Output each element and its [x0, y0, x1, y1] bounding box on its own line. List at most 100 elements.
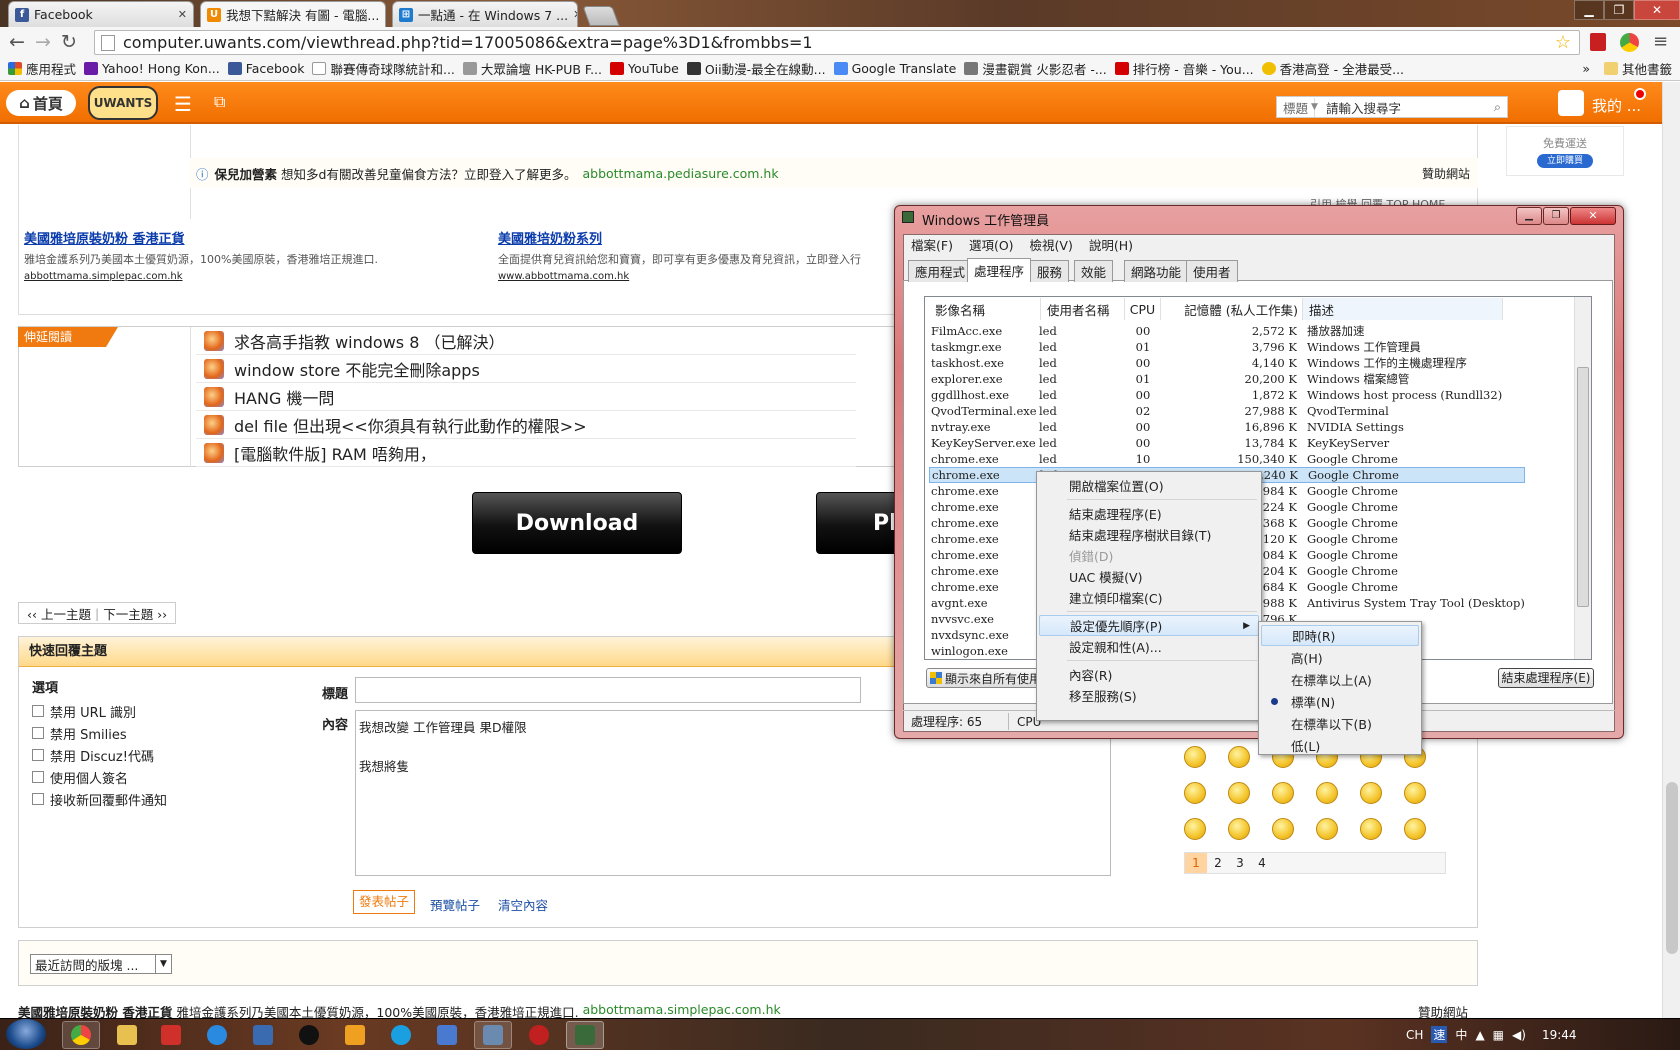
tab-windows[interactable]: ⊞ 一點通 - 在 Windows 7 ... ✕ [392, 1, 578, 27]
menu-open-file-location[interactable]: 開啟檔案位置(O) [1039, 475, 1259, 496]
tab-uwants[interactable]: U 我想下黠解決 有圖 - 電腦... ✕ [200, 1, 386, 27]
bookmark-hkpub[interactable]: 大眾論壇 HK-PUB F... [462, 59, 602, 78]
reload-icon[interactable]: ↻ [56, 31, 82, 53]
tab-performance[interactable]: 效能 [1074, 260, 1114, 282]
taskbar-app[interactable] [428, 1021, 466, 1049]
menu-icon[interactable]: ☰ [174, 92, 192, 116]
minimize-icon[interactable]: ▁ [1574, 0, 1604, 20]
col-cpu[interactable]: CPU [1125, 298, 1161, 320]
star-icon[interactable]: ☆ [1555, 32, 1571, 53]
back-arrow-icon[interactable]: ← [4, 31, 30, 53]
clock[interactable]: 19:44 [1542, 1028, 1577, 1042]
address-bar[interactable]: computer.uwants.com/viewthread.php?tid=1… [94, 30, 1580, 55]
process-row[interactable]: taskhost.exe led 00 4,140 K Windows 工作的主機處理程… [929, 355, 1569, 371]
smiley-icon[interactable] [1316, 782, 1338, 804]
maximize-icon[interactable]: ❐ [1543, 207, 1569, 225]
side-ad[interactable]: 免費運送 立即購買 [1506, 126, 1624, 176]
recent-forums-select[interactable]: 最近訪問的版塊 ... ▼ [30, 954, 172, 974]
search-scope-select[interactable]: 標題 [1277, 97, 1316, 117]
menu-create-dump[interactable]: 建立傾印檔案(C) [1039, 587, 1259, 608]
related-item[interactable]: HANG 機一問 [196, 383, 856, 411]
menu-properties[interactable]: 內容(R) [1039, 664, 1259, 685]
menu-set-priority[interactable]: 設定優先順序(P) ▶ [1039, 615, 1259, 636]
chrome-extension-icon[interactable] [1620, 33, 1639, 52]
menu-icon[interactable]: ≡ [1653, 31, 1668, 52]
menu-options[interactable]: 選項(O) [961, 235, 1022, 254]
taskbar-app[interactable] [290, 1021, 328, 1049]
smiley-icon[interactable] [1184, 746, 1206, 768]
network-icon[interactable]: ▦ [1493, 1028, 1504, 1042]
process-row[interactable]: nvtray.exe led 00 16,896 K NVIDIA Settings [929, 419, 1569, 435]
show-all-processes-button[interactable]: 顯示來自所有使用 [926, 668, 1042, 688]
process-row[interactable]: FilmAcc.exe led 00 2,572 K 播放器加速 [929, 323, 1569, 339]
checkbox[interactable] [32, 793, 44, 805]
checkbox[interactable] [32, 749, 44, 761]
window-switch-icon[interactable]: ⧉ [214, 92, 225, 112]
bookmark-apps[interactable]: 應用程式 [8, 59, 76, 78]
tab-users[interactable]: 使用者 [1186, 260, 1238, 282]
taskbar-ie[interactable] [198, 1021, 236, 1049]
process-row[interactable]: taskmgr.exe led 01 3,796 K Windows 工作管理員 [929, 339, 1569, 355]
tab-services[interactable]: 服務 [1030, 260, 1070, 282]
menu-help[interactable]: 說明(H) [1081, 235, 1141, 254]
priority-below-normal[interactable]: 在標準以下(B) [1261, 713, 1419, 734]
smiley-icon[interactable] [1272, 818, 1294, 840]
smiley-icon[interactable] [1360, 782, 1382, 804]
side-ad-button[interactable]: 立即購買 [1537, 154, 1593, 168]
option-disable-smilies[interactable]: 禁用 Smilies [32, 722, 167, 744]
process-list-scrollbar[interactable] [1574, 297, 1591, 659]
start-button[interactable] [6, 1019, 46, 1049]
search-input[interactable]: 請輸入搜尋字 [1322, 98, 1488, 117]
menu-go-to-services[interactable]: 移至服務(S) [1039, 685, 1259, 706]
prev-thread-link[interactable]: ‹‹ 上一主題 [23, 604, 95, 623]
page-1[interactable]: 1 [1185, 853, 1207, 873]
tab-applications[interactable]: 應用程式 [908, 260, 973, 282]
avatar[interactable] [1558, 90, 1584, 116]
bookmarks-more[interactable]: » [1582, 61, 1590, 76]
taskbar-skype[interactable] [382, 1021, 420, 1049]
process-row[interactable]: explorer.exe led 01 20,200 K Windows 檔案總管 [929, 371, 1569, 387]
page-3[interactable]: 3 [1229, 856, 1251, 870]
related-item[interactable]: [電腦軟件版] RAM 唔夠用， [196, 439, 856, 467]
ime-mode[interactable]: 速 [1431, 1026, 1448, 1043]
bookmark-oii[interactable]: Oii動漫-最全在線動... [686, 59, 826, 78]
bookmark-league[interactable]: 聯賽傳奇球隊統計和... [312, 59, 455, 78]
smiley-icon[interactable] [1404, 782, 1426, 804]
page-scrollbar[interactable] [1662, 82, 1680, 1018]
page-2[interactable]: 2 [1207, 856, 1229, 870]
col-description[interactable]: 描述 [1303, 298, 1503, 320]
taskbar-app[interactable] [152, 1021, 190, 1049]
checkbox[interactable] [32, 705, 44, 717]
bookmark-comic[interactable]: 漫畫觀賞 火影忍者 -... [964, 59, 1107, 78]
tab-facebook[interactable]: f Facebook ✕ [8, 1, 194, 27]
tab-processes[interactable]: 處理程序 [967, 258, 1032, 282]
option-notify[interactable]: 接收新回覆郵件通知 [32, 788, 167, 810]
tray-chevron-icon[interactable]: ▲ [1475, 1028, 1484, 1042]
bookmark-yahoo[interactable]: Yahoo! Hong Kon... [84, 61, 220, 76]
bookmark-youtube-music[interactable]: 排行榜 - 音樂 - You... [1114, 59, 1254, 78]
page-4[interactable]: 4 [1251, 856, 1273, 870]
related-item[interactable]: 求各高手指教 windows 8 （已解決） [196, 327, 856, 355]
option-disable-url[interactable]: 禁用 URL 識別 [32, 700, 167, 722]
smiley-icon[interactable] [1272, 782, 1294, 804]
smiley-icon[interactable] [1184, 782, 1206, 804]
priority-high[interactable]: 高(H) [1261, 647, 1419, 668]
smiley-icon[interactable] [1228, 782, 1250, 804]
next-thread-link[interactable]: 下一主題 ›› [99, 604, 171, 623]
scrollbar-thumb[interactable] [1666, 782, 1678, 954]
smiley-icon[interactable] [1404, 818, 1426, 840]
preview-link[interactable]: 預覽帖子 [430, 895, 480, 914]
bookmark-golden[interactable]: 香港高登 - 全港最受... [1261, 59, 1404, 78]
option-signature[interactable]: 使用個人簽名 [32, 766, 167, 788]
taskbar-chrome[interactable] [62, 1021, 100, 1049]
ime-indicator[interactable]: CH [1406, 1028, 1423, 1042]
col-image-name[interactable]: 影像名稱 [929, 298, 1041, 320]
process-row[interactable]: ggdllhost.exe led 00 1,872 K Windows host pr… [929, 387, 1569, 403]
other-bookmarks[interactable]: 其他書籤 [1603, 59, 1672, 78]
taskbar-explorer[interactable] [108, 1021, 146, 1049]
close-tab-icon[interactable]: ✕ [573, 8, 577, 21]
submit-button[interactable]: 發表帖子 [353, 890, 416, 914]
play-button[interactable]: Pl [816, 492, 906, 554]
extension-icon[interactable] [1590, 33, 1606, 51]
col-memory[interactable]: 記憶體 (私人工作集) [1161, 298, 1303, 320]
